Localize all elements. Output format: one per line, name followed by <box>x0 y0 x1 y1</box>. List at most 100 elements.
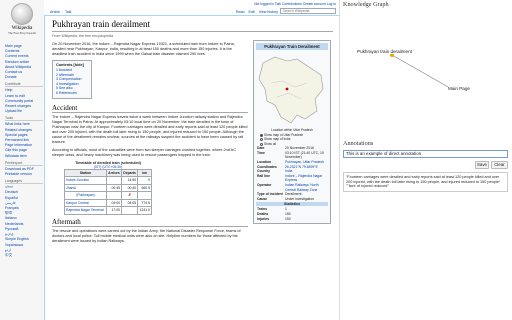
kg-node-label-mainpage[interactable]: Main Page <box>448 86 470 91</box>
save-button[interactable]: Save <box>475 161 489 169</box>
table-row: (Pukhrayan) ✗ <box>64 191 152 200</box>
table-header-row: Station Arrives Departs km <box>64 168 152 178</box>
location-map[interactable] <box>257 53 327 127</box>
column-header: km <box>137 168 152 178</box>
infobox-key: Injuries <box>257 216 270 221</box>
table-row: Kanpur Central 04:00 04:05 774.5 <box>64 198 152 208</box>
infobox: Pukhrayan Train Derailment Location with… <box>253 40 331 225</box>
timetable-caption: Timetable of derailed train (scheduled) <box>75 160 141 165</box>
annotation-list: "Fourteen carriages were derailed and ea… <box>343 172 508 192</box>
annotation-item[interactable]: ""fact: of injured reduced" <box>346 184 505 189</box>
sidebar-section-heading: Contribute <box>5 82 43 88</box>
infobox-stats: Trains 1 Deaths 150 Injuries 150 <box>256 207 328 221</box>
annotations-title: Annotations <box>343 140 374 147</box>
infobox-key: Cause <box>257 196 268 201</box>
sidebar-section-heading: Languages <box>5 179 43 185</box>
table-row: Rajendra Nagar Terminal 17:00 1241.0 <box>64 206 152 215</box>
kg-node-label-main[interactable]: Pukhrayan train derailment <box>357 49 412 54</box>
infobox-rows: Date 20 November 2016 Time 03:10 IST (21:40… <box>256 146 328 201</box>
accident-paragraph-2: According to officials, most of the casu… <box>52 147 236 157</box>
station-cell[interactable]: Indore Junction <box>64 176 107 185</box>
infobox-key: Rail line <box>257 173 271 178</box>
infobox-value: 150 <box>285 216 291 221</box>
page-subtitle: From Wikipedia, the free encyclopedia <box>52 34 114 38</box>
tab-read[interactable]: Read <box>236 10 245 14</box>
sidebar-item[interactable]: Wikidata item <box>5 154 43 159</box>
infobox-value: 03:10 IST (21:40 UTC, 19 November) <box>285 150 324 160</box>
departs-cell: 14:50 <box>121 176 139 185</box>
user-links[interactable]: Not logged in Talk Contributions Create … <box>254 2 336 6</box>
infobox-row: Time 03:10 IST (21:40 UTC, 19 November) <box>256 151 328 160</box>
departs-cell: 00:40 <box>121 183 139 193</box>
kg-canvas[interactable] <box>340 0 512 150</box>
infobox-value[interactable]: Indian Railways' North Central Railway Z… <box>285 183 327 192</box>
arrives-cell: 04:00 <box>105 198 123 208</box>
column-header: Departs <box>121 168 139 178</box>
namespace-tabs: Article Talk <box>50 10 71 14</box>
kg-edge <box>391 54 451 89</box>
arrives-cell <box>105 176 123 185</box>
clear-button[interactable]: Clear <box>491 161 508 169</box>
wikipedia-logo[interactable]: Wikipedia The Free Encyclopedia <box>8 3 36 39</box>
toc-heading[interactable]: Contents [hide] <box>56 63 88 67</box>
timetable: Station Arrives Departs km Indore Juncti… <box>64 168 152 215</box>
aftermath-paragraph: The rescue and operations were carried o… <box>52 228 241 243</box>
globe-icon <box>11 3 33 25</box>
tab-history[interactable]: View history <box>259 10 278 14</box>
column-header: Arrives <box>105 168 123 178</box>
station-cell[interactable]: Rajendra Nagar Terminal <box>64 206 107 215</box>
column-header: Station <box>64 168 107 178</box>
station-cell[interactable]: Kanpur Central <box>64 198 107 208</box>
km-cell: 1241.0 <box>137 206 152 215</box>
infobox-value[interactable]: Indore – Rajendra Nagar Express <box>285 174 327 183</box>
knowledge-graph-panel: Knowledge Graph Pukhrayan train derailme… <box>340 0 512 320</box>
heading-accident: Accident <box>52 104 248 113</box>
accident-paragraph: The Indore – Rajendra Nagar Express trav… <box>52 114 248 144</box>
map-caption: Location within Uttar Pradesh <box>271 128 313 132</box>
annotation-input[interactable]: This is an example of direct annotation <box>343 150 508 158</box>
tab-edit[interactable]: Edit <box>248 10 254 14</box>
table-of-contents: Contents [hide] 1 Accident 2 Aftermath 3… <box>52 60 92 99</box>
sidebar-item[interactable]: Donate <box>5 75 43 80</box>
sidebar-item[interactable]: Printable version <box>5 172 43 177</box>
table-row: Indore Junction 14:50 0 <box>64 176 152 185</box>
tab-talk[interactable]: Talk <box>65 10 71 14</box>
infobox-row: Cause Under investigation <box>256 197 328 202</box>
km-cell: 660.5 <box>137 183 152 193</box>
heading-aftermath: Aftermath <box>52 218 248 227</box>
sidebar-section-heading: Tools <box>5 116 43 122</box>
search-input[interactable]: Search Wikipedia <box>280 8 336 14</box>
page-title: Pukhrayan train derailment <box>52 19 333 32</box>
station-cell[interactable]: Jhansi <box>64 183 107 193</box>
derail-mark-cell: ✗ <box>121 191 139 200</box>
toc-item[interactable]: 6 References <box>56 91 88 96</box>
radio-icon <box>260 133 263 137</box>
table-row: Jhansi 00:45 00:40 660.5 <box>64 183 152 193</box>
infobox-stats-heading: Statistics <box>256 202 328 207</box>
view-tabs: Read Edit View history <box>236 10 278 14</box>
sidebar-item[interactable]: 中文 <box>5 253 43 258</box>
sidebar-nav: Main page Contents Current events Random ar… <box>5 44 43 258</box>
departs-cell <box>121 206 139 215</box>
sidebar-item[interactable]: Upload file <box>5 109 43 114</box>
infobox-row: Rail line Indore – Rajendra Nagar Express <box>256 174 328 183</box>
infobox-stat-row: Injuries 150 <box>256 217 328 222</box>
logo-tagline: The Free Encyclopedia <box>8 31 36 35</box>
km-cell: 0 <box>137 176 152 185</box>
intro-paragraph: On 20 November 2016, the Indore – Rajend… <box>52 42 235 56</box>
wiki-sidebar: Wikipedia The Free Encyclopedia Main pag… <box>0 0 44 320</box>
annotation-item[interactable]: "Fourteen carriages were derailed and ea… <box>346 175 505 184</box>
tab-article[interactable]: Article <box>50 10 60 14</box>
arrives-cell: 17:00 <box>105 206 123 215</box>
uttar-pradesh-map-icon <box>258 56 324 124</box>
arrives-cell <box>105 191 123 200</box>
wikipedia-page: Wikipedia The Free Encyclopedia Main pag… <box>0 0 340 320</box>
departs-cell: 04:05 <box>121 198 139 208</box>
infobox-key: Operator <box>257 182 272 187</box>
station-cell[interactable]: (Pukhrayan) <box>64 191 107 200</box>
wiki-topbar: Not logged in Talk Contributions Create … <box>44 0 339 15</box>
sidebar-section-heading: Print/export <box>5 161 43 166</box>
radio-icon <box>260 142 263 146</box>
km-cell: 774.5 <box>137 198 152 208</box>
infobox-value: Under investigation <box>285 196 315 201</box>
